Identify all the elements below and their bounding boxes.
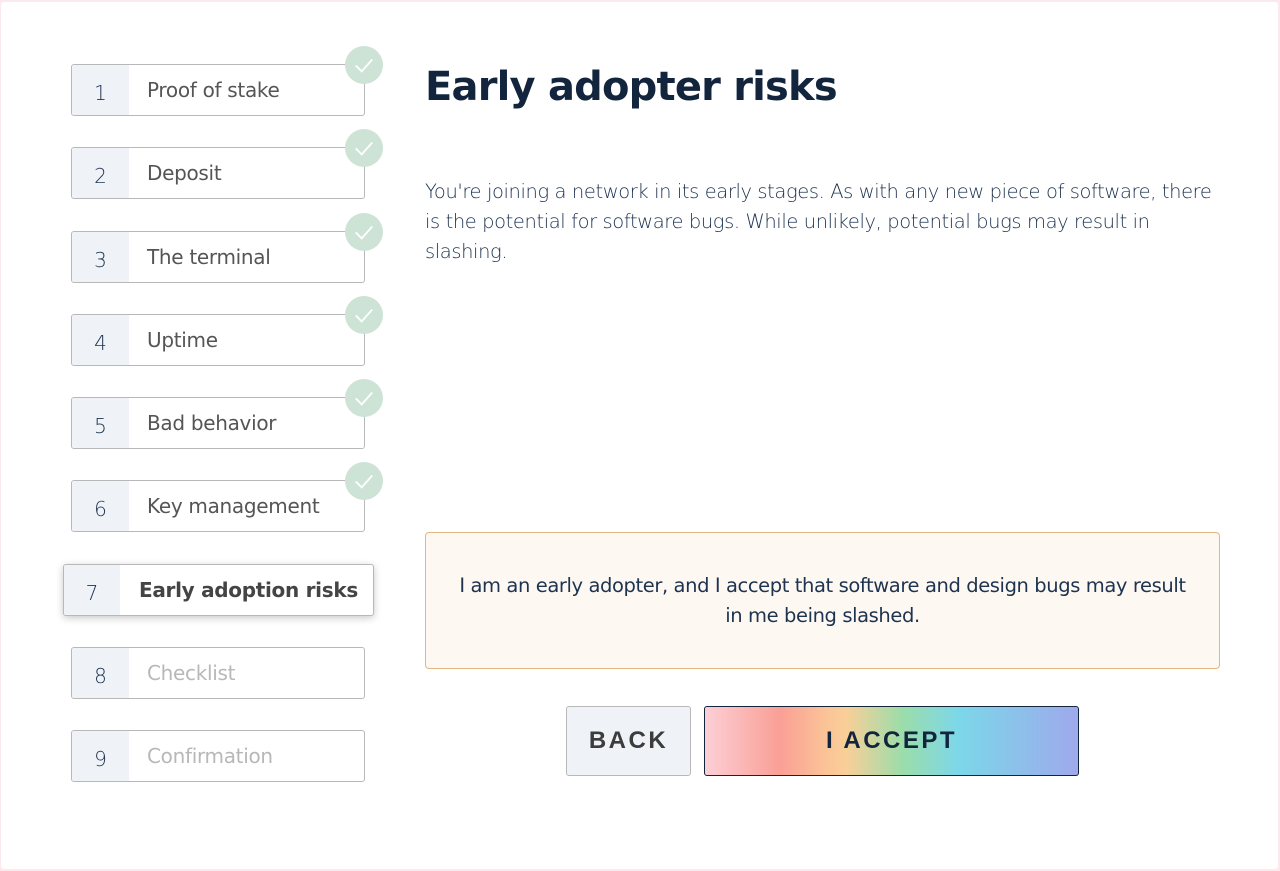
step-deposit[interactable]: 2 Deposit xyxy=(71,129,383,199)
step-label: Proof of stake xyxy=(147,78,280,102)
step-label: Checklist xyxy=(147,661,236,685)
back-button[interactable]: BACK xyxy=(566,706,691,776)
check-icon xyxy=(345,462,383,500)
step-bad-behavior[interactable]: 5 Bad behavior xyxy=(71,379,383,449)
check-icon xyxy=(345,296,383,334)
step-label: Uptime xyxy=(147,328,218,352)
check-icon xyxy=(345,129,383,167)
step-label: The terminal xyxy=(147,245,271,269)
check-icon xyxy=(345,46,383,84)
step-early-adoption-risks[interactable]: 7 Early adoption risks xyxy=(63,564,374,616)
check-icon xyxy=(345,379,383,417)
risk-description: You're joining a network in its early st… xyxy=(425,180,1212,263)
step-key-management[interactable]: 6 Key management xyxy=(71,462,383,532)
acceptance-statement: I am an early adopter, and I accept that… xyxy=(425,532,1220,669)
acceptance-text: I am an early adopter, and I accept that… xyxy=(459,573,1186,627)
step-confirmation: 9 Confirmation xyxy=(71,730,365,782)
step-label: Key management xyxy=(147,494,320,518)
step-number: 3 xyxy=(72,232,129,282)
page-title: Early adopter risks xyxy=(425,64,838,110)
accept-button[interactable]: I ACCEPT xyxy=(704,706,1079,776)
step-label: Deposit xyxy=(147,161,222,185)
step-label: Early adoption risks xyxy=(139,578,358,602)
step-the-terminal[interactable]: 3 The terminal xyxy=(71,213,383,283)
step-number: 5 xyxy=(72,398,129,448)
step-number: 4 xyxy=(72,315,129,365)
step-uptime[interactable]: 4 Uptime xyxy=(71,296,383,366)
step-proof-of-stake[interactable]: 1 Proof of stake xyxy=(71,46,383,116)
check-icon xyxy=(345,213,383,251)
step-label: Bad behavior xyxy=(147,411,277,435)
step-number: 8 xyxy=(72,648,129,698)
step-number: 1 xyxy=(72,65,129,115)
step-number: 7 xyxy=(64,565,120,615)
step-number: 2 xyxy=(72,148,129,198)
step-number: 9 xyxy=(72,731,129,781)
step-number: 6 xyxy=(72,481,129,531)
step-label: Confirmation xyxy=(147,744,273,768)
page-frame: 1 Proof of stake 2 Deposit 3 The termina… xyxy=(1,2,1278,869)
step-checklist: 8 Checklist xyxy=(71,647,365,699)
